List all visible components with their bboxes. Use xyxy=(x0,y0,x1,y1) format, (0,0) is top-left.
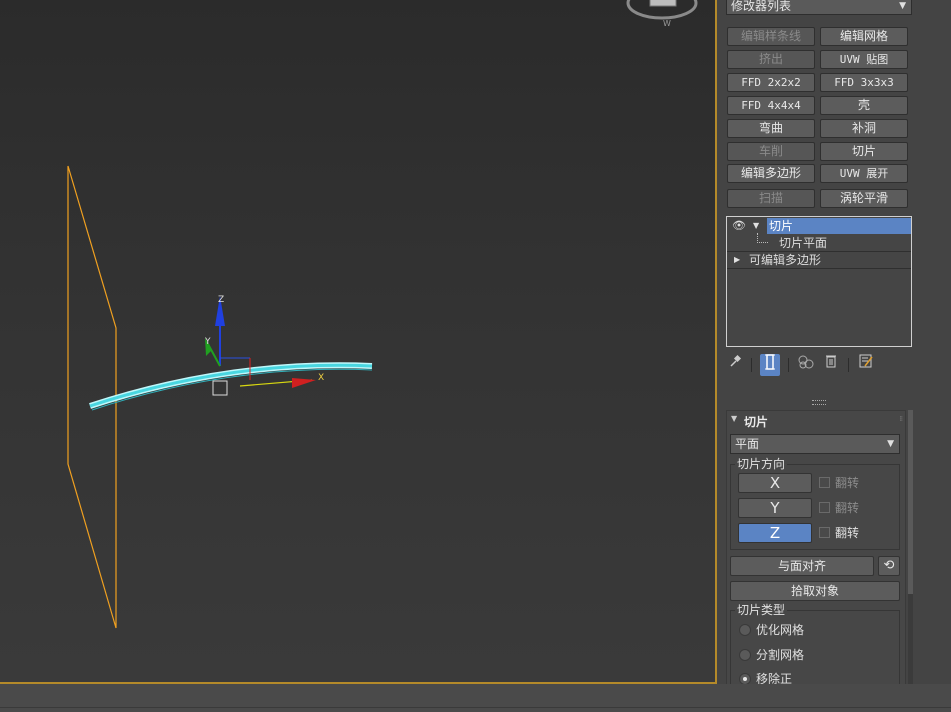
expand-arrow-icon[interactable]: ▶ xyxy=(734,252,740,268)
rollout-collapse-icon[interactable]: ▼ xyxy=(731,414,737,423)
modifier-stack[interactable]: 👁 ▼ 切片 切片平面 ▶ 可编辑多边形 xyxy=(726,216,912,347)
stack-divider xyxy=(727,268,911,269)
viewcube-compass-label: W xyxy=(663,19,671,28)
pivot-box[interactable] xyxy=(212,380,228,396)
align-to-face-button[interactable]: 与面对齐 xyxy=(730,556,874,576)
show-end-result-icon[interactable] xyxy=(760,354,780,376)
modifier-cap-holes-button[interactable]: 补洞 xyxy=(820,119,908,138)
flip-y-label: 翻转 xyxy=(835,501,860,515)
flip-z-checkbox[interactable] xyxy=(819,527,830,538)
flip-x-checkbox[interactable] xyxy=(819,477,830,488)
slice-plane-dropdown-value: 平面 xyxy=(735,437,760,451)
modifier-shell-button[interactable]: 壳 xyxy=(820,96,908,115)
stack-item-label: 切片 xyxy=(767,218,911,234)
stack-item-label: 可编辑多边形 xyxy=(749,253,822,267)
collapse-arrow-icon[interactable]: ▼ xyxy=(753,218,759,234)
stack-subitem-label: 切片平面 xyxy=(779,236,828,250)
rollout-title: 切片 xyxy=(744,415,769,429)
modifier-extrude-button[interactable]: 挤出 xyxy=(727,50,815,69)
slice-parameters-rollout: ▼ 切片 ⁞⁞ 平面 ▼ 切片方向 X 翻转 Y 翻转 Z 翻转 与面对齐 ⟲ … xyxy=(726,410,906,684)
modifier-ffd-2x2x2-button[interactable]: FFD 2x2x2 xyxy=(727,73,815,92)
stack-toolbar xyxy=(726,354,916,376)
refine-mesh-radio[interactable] xyxy=(739,624,751,636)
scene-canvas[interactable]: W Z Y X xyxy=(0,0,717,684)
panel-scrollbar[interactable] xyxy=(908,410,913,684)
modify-command-panel: 修改器列表 ▼ 编辑样条线 编辑网格 挤出 UVW 贴图 FFD 2x2x2 F… xyxy=(720,0,951,684)
z-axis-label: Z xyxy=(218,295,224,305)
x-axis-label: X xyxy=(318,373,324,383)
rollout-header[interactable]: ▼ 切片 ⁞⁞ xyxy=(727,411,905,431)
slice-direction-title: 切片方向 xyxy=(735,457,788,471)
modifier-edit-poly-button[interactable]: 编辑多边形 xyxy=(727,164,815,183)
flip-y-checkbox[interactable] xyxy=(819,502,830,513)
axis-x-button[interactable]: X xyxy=(738,473,812,493)
y-axis-label: Y xyxy=(204,337,211,347)
modifier-turbosmooth-button[interactable]: 涡轮平滑 xyxy=(820,189,908,208)
configure-modifier-sets-icon[interactable] xyxy=(856,354,876,376)
modifier-list-dropdown[interactable]: 修改器列表 ▼ xyxy=(726,0,912,15)
slice-type-group: 切片类型 优化网格 分割网格 移除正 xyxy=(730,603,900,684)
slice-direction-group: 切片方向 X 翻转 Y 翻转 Z 翻转 xyxy=(730,457,900,550)
tree-connector xyxy=(757,233,768,243)
perspective-viewport[interactable]: W Z Y X xyxy=(0,0,717,684)
dropdown-arrow-icon: ▼ xyxy=(899,1,906,11)
split-mesh-label: 分割网格 xyxy=(756,648,805,662)
pick-object-button[interactable]: 拾取对象 xyxy=(730,581,900,601)
reset-icon[interactable]: ⟲ xyxy=(878,556,900,576)
stack-item-editable-poly[interactable]: ▶ 可编辑多边形 xyxy=(727,252,911,268)
remove-positive-label: 移除正 xyxy=(756,672,793,684)
stack-subitem-slice-plane[interactable]: 切片平面 xyxy=(727,233,911,251)
modifier-uvw-map-button[interactable]: UVW 贴图 xyxy=(820,50,908,69)
flip-z-label: 翻转 xyxy=(835,526,860,540)
slice-type-title: 切片类型 xyxy=(735,603,788,617)
stack-item-slice[interactable]: 👁 ▼ 切片 xyxy=(727,218,911,234)
dropdown-arrow-icon: ▼ xyxy=(887,439,894,449)
eye-icon[interactable]: 👁 xyxy=(732,218,746,234)
transform-gizmo[interactable]: Z Y X xyxy=(204,295,324,396)
split-mesh-radio[interactable] xyxy=(739,649,751,661)
rollout-grip-icon[interactable]: ⁞⁞ xyxy=(900,415,904,423)
modifier-slice-button[interactable]: 切片 xyxy=(820,142,908,161)
flip-x-label: 翻转 xyxy=(835,476,860,490)
viewcube-icon[interactable]: W xyxy=(626,0,698,28)
modifier-edit-mesh-button[interactable]: 编辑网格 xyxy=(820,27,908,46)
sliced-object[interactable] xyxy=(89,362,373,411)
modifier-list-label: 修改器列表 xyxy=(731,0,792,13)
remove-positive-radio[interactable] xyxy=(739,673,751,684)
axis-z-button[interactable]: Z xyxy=(738,523,812,543)
remove-modifier-icon[interactable] xyxy=(821,354,841,376)
make-unique-icon[interactable] xyxy=(796,354,816,376)
modifier-bend-button[interactable]: 弯曲 xyxy=(727,119,815,138)
modifier-unwrap-uvw-button[interactable]: UVW 展开 xyxy=(820,164,908,183)
slice-plane-dropdown[interactable]: 平面 ▼ xyxy=(730,434,900,454)
modifier-lathe-button[interactable]: 车削 xyxy=(727,142,815,161)
refine-mesh-label: 优化网格 xyxy=(756,623,805,637)
axis-y-button[interactable]: Y xyxy=(738,498,812,518)
modifier-ffd-4x4x4-button[interactable]: FFD 4x4x4 xyxy=(727,96,815,115)
panel-resize-handle[interactable] xyxy=(812,400,826,405)
scrollbar-thumb[interactable] xyxy=(908,410,913,594)
pin-icon[interactable] xyxy=(726,354,746,376)
modifier-ffd-3x3x3-button[interactable]: FFD 3x3x3 xyxy=(820,73,908,92)
modifier-sweep-button[interactable]: 扫描 xyxy=(727,189,815,208)
status-strip xyxy=(0,684,951,712)
modifier-edit-spline-button[interactable]: 编辑样条线 xyxy=(727,27,815,46)
